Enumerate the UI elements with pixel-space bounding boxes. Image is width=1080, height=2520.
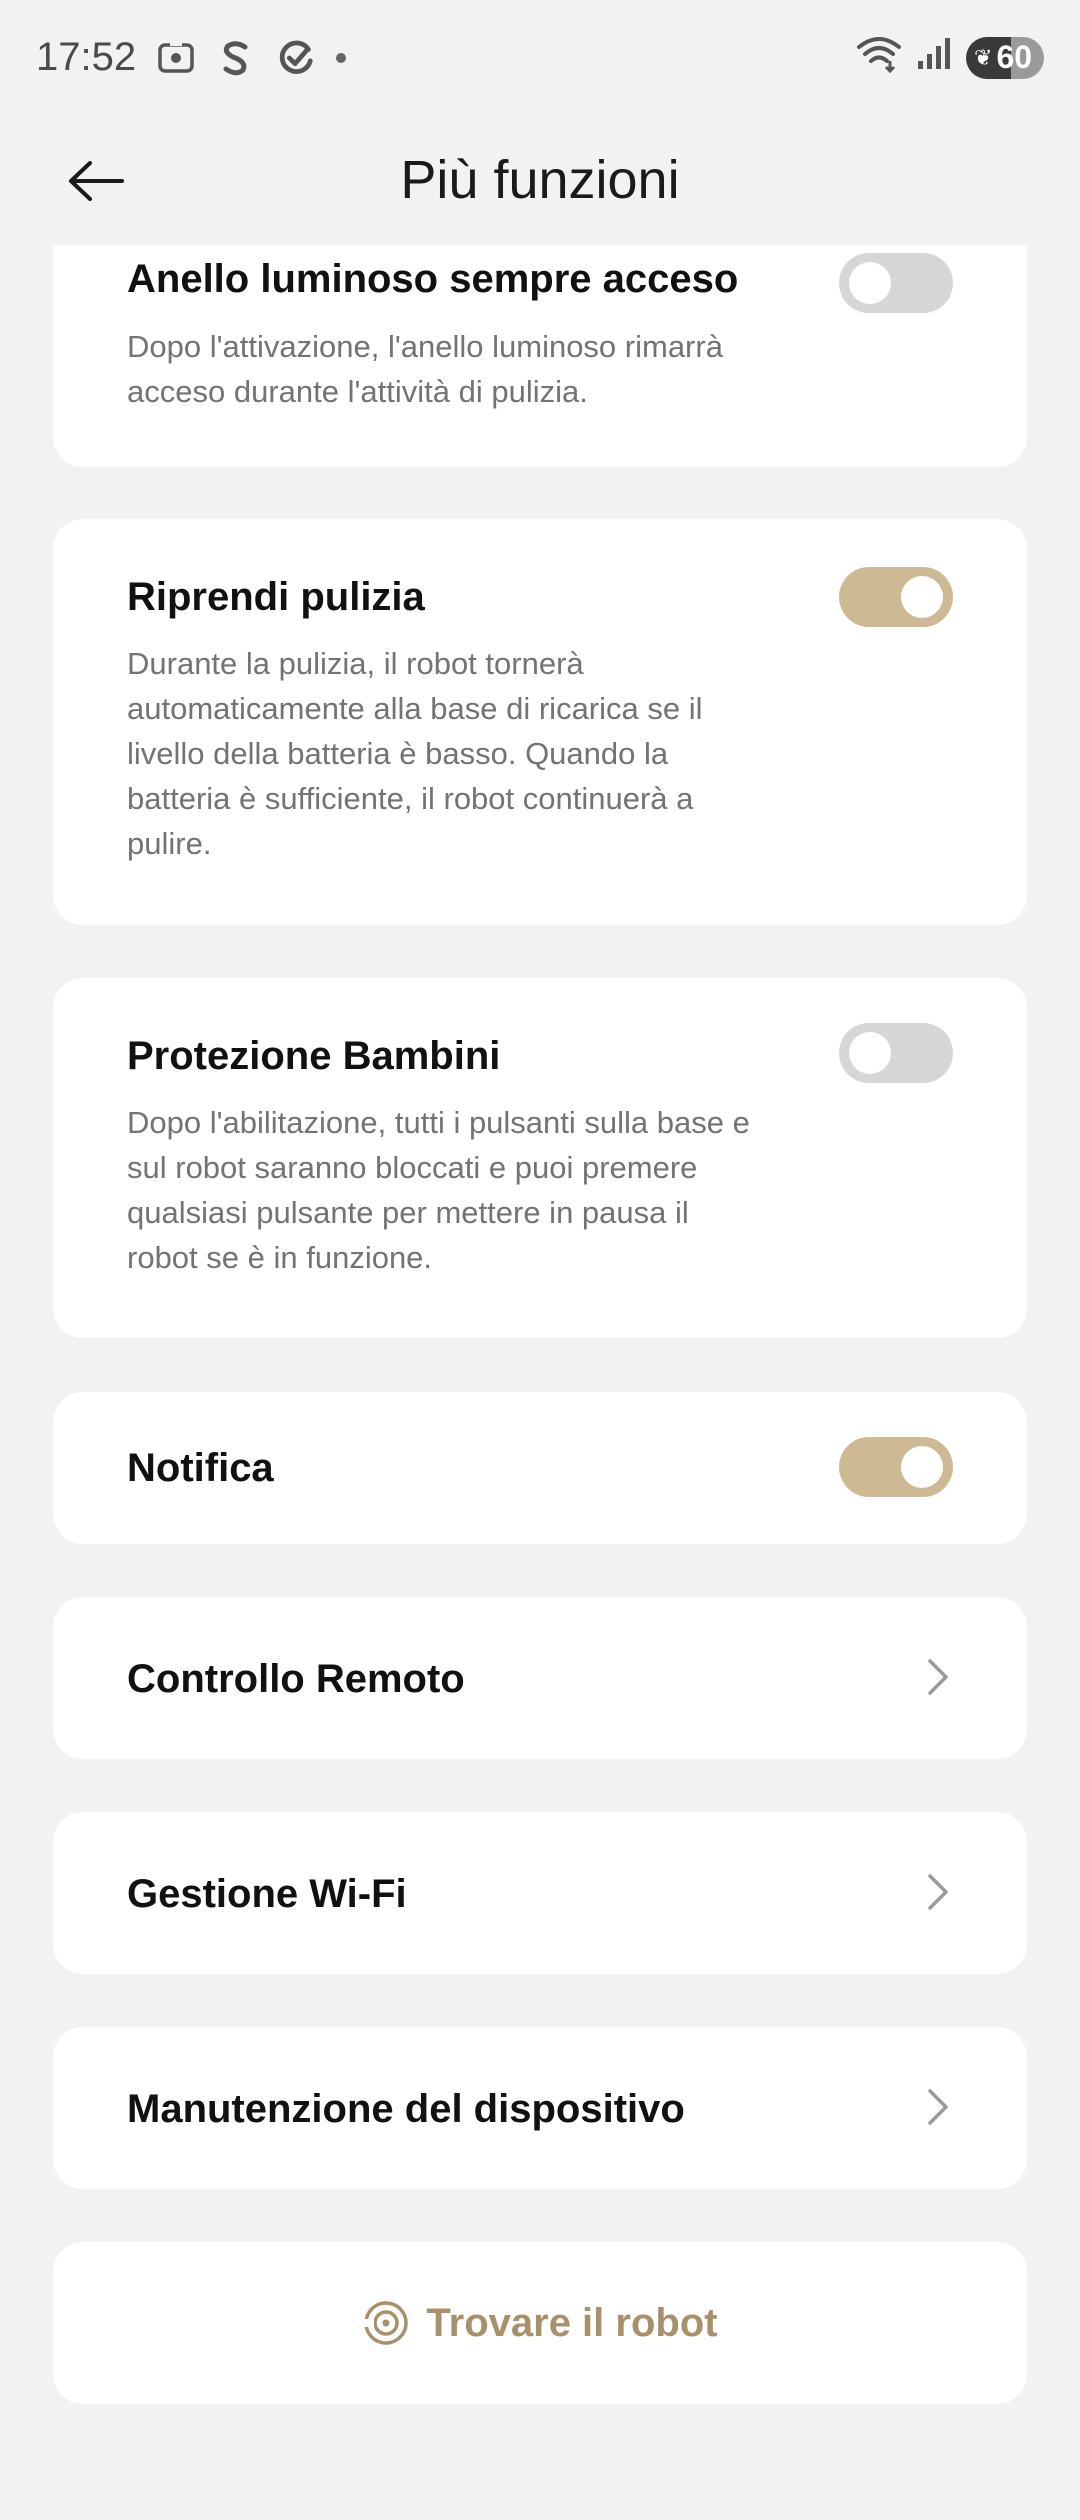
find-robot-card: Trovare il robot	[53, 2242, 1027, 2404]
chevron-right-icon	[923, 1872, 953, 1912]
screenshot-icon	[156, 38, 196, 78]
status-time: 17:52	[36, 35, 137, 79]
find-robot-label: Trovare il robot	[426, 2300, 718, 2345]
setting-card-child-lock: Protezione Bambini Dopo l'abilitazione, …	[53, 978, 1027, 1338]
notification-toggle[interactable]	[839, 1437, 953, 1497]
toggle-knob	[901, 576, 943, 618]
status-left: 17:52	[36, 35, 347, 80]
app-header: Più funzioni	[0, 115, 1080, 245]
setting-title: Anello luminoso sempre acceso	[127, 257, 739, 301]
nav-item-label: Manutenzione del dispositivo	[127, 2087, 685, 2131]
battery-level: 60	[996, 39, 1033, 75]
light-ring-toggle[interactable]	[839, 253, 953, 313]
resume-cleaning-toggle[interactable]	[839, 567, 953, 627]
chevron-right-icon	[923, 1657, 953, 1697]
battery-icon: ❦ 60	[966, 36, 1044, 79]
toggle-knob	[901, 1446, 943, 1488]
setting-card-notification: Notifica	[53, 1392, 1027, 1544]
sync-icon	[276, 38, 316, 78]
setting-description: Durante la pulizia, il robot tornerà aut…	[127, 646, 703, 861]
find-robot-button[interactable]: Trovare il robot	[53, 2242, 1027, 2404]
setting-title: Riprendi pulizia	[127, 575, 425, 619]
setting-title: Notifica	[127, 1446, 274, 1490]
setting-description: Dopo l'abilitazione, tutti i pulsanti su…	[127, 1105, 750, 1275]
arrow-left-icon	[69, 161, 124, 201]
child-lock-toggle[interactable]	[839, 1023, 953, 1083]
status-bar: 17:52 ❦ 60	[0, 0, 1080, 115]
setting-card-resume-cleaning: Riprendi pulizia Durante la pulizia, il …	[53, 519, 1027, 925]
nav-item-remote-control[interactable]: Controllo Remoto	[53, 1597, 1027, 1759]
wifi-icon	[856, 33, 902, 83]
s-app-icon	[216, 38, 256, 78]
toggle-knob	[849, 262, 891, 304]
leaf-icon: ❦	[974, 44, 993, 70]
chevron-right-icon	[923, 2087, 953, 2127]
nav-item-device-maintenance[interactable]: Manutenzione del dispositivo	[53, 2027, 1027, 2189]
settings-list[interactable]: Anello luminoso sempre acceso Dopo l'att…	[0, 245, 1080, 2520]
setting-description: Dopo l'attivazione, l'anello luminoso ri…	[127, 329, 723, 409]
setting-title: Protezione Bambini	[127, 1034, 501, 1078]
back-button[interactable]	[60, 153, 132, 209]
dot-icon	[336, 52, 347, 63]
toggle-knob	[849, 1032, 891, 1074]
locate-icon	[362, 2301, 409, 2345]
nav-item-label: Gestione Wi-Fi	[127, 1872, 407, 1916]
page-title: Più funzioni	[400, 150, 680, 210]
signal-icon	[916, 35, 952, 81]
nav-item-label: Controllo Remoto	[127, 1657, 465, 1701]
nav-item-wifi-management[interactable]: Gestione Wi-Fi	[53, 1812, 1027, 1974]
status-right: ❦ 60	[856, 33, 1044, 83]
setting-card-light-ring: Anello luminoso sempre acceso Dopo l'att…	[53, 245, 1027, 467]
